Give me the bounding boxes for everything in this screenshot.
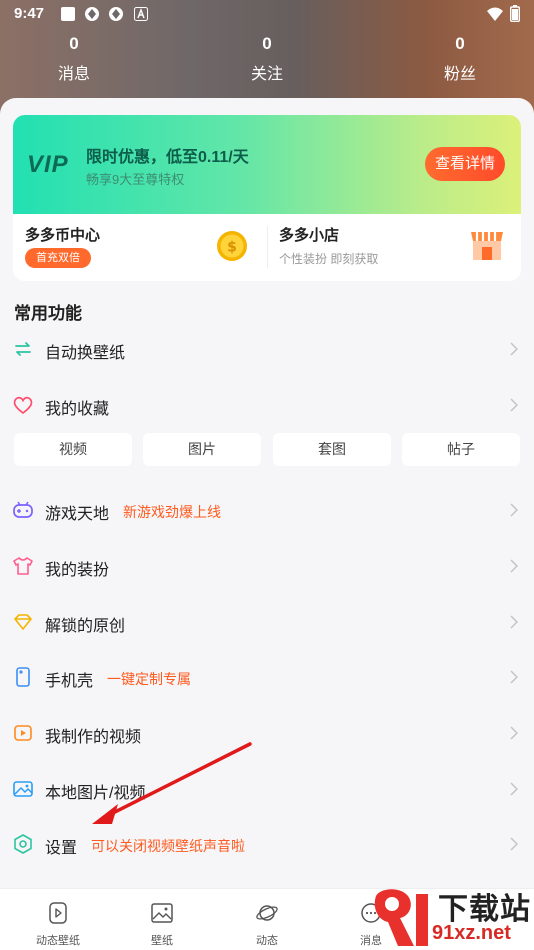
vip-title: 限时优惠，低至0.11/天: [86, 149, 249, 166]
menu-tag: 可以关闭视频壁纸声音啦: [91, 838, 245, 854]
vip-details-button[interactable]: 查看详情: [425, 147, 505, 181]
status-bar: 9:47: [0, 0, 534, 28]
video-icon: [14, 725, 32, 741]
chevron-right-icon: [510, 398, 518, 412]
stat-label: 粉丝: [443, 66, 476, 83]
chip-post[interactable]: 帖子: [402, 433, 520, 466]
coin-icon: $: [217, 231, 247, 261]
status-right: [486, 5, 520, 22]
menu-unlocked-originals[interactable]: 解锁的原创: [0, 602, 534, 642]
shop-subtitle: 个性装扮 即刻获取: [279, 252, 379, 266]
menu-phone-case[interactable]: 手机壳 一键定制专属: [0, 657, 534, 697]
stat-label: 关注: [250, 66, 283, 83]
nav-label: 壁纸: [151, 935, 173, 947]
stat-messages[interactable]: 0 消息: [14, 34, 134, 84]
chevron-right-icon: [510, 837, 518, 851]
chevron-right-icon: [510, 726, 518, 740]
nav-live-wallpaper[interactable]: 动态壁纸: [23, 901, 93, 948]
stat-following[interactable]: 0 关注: [207, 34, 327, 84]
chevron-right-icon: [510, 615, 518, 629]
status-time: 9:47: [14, 5, 45, 22]
aperture-icon: [109, 7, 123, 21]
menu-label: 本地图片/视频: [45, 785, 146, 802]
menu-label: 游戏天地: [45, 506, 110, 523]
favorites-chips: 视频 图片 套图 帖子: [14, 433, 520, 466]
phone-icon: [16, 667, 30, 687]
vip-bottom-row: 多多币中心 首充双倍 $ 多多小店 个性装扮 即刻获取: [13, 214, 521, 281]
menu-tag: 一键定制专属: [107, 671, 191, 687]
chevron-right-icon: [510, 559, 518, 573]
stat-followers[interactable]: 0 粉丝: [400, 34, 520, 84]
menu-games[interactable]: 游戏天地 新游戏劲爆上线: [0, 490, 534, 530]
chip-video[interactable]: 视频: [14, 433, 132, 466]
menu-label: 手机壳: [45, 673, 94, 690]
settings-icon: [14, 834, 32, 854]
divider: [267, 226, 268, 268]
shop-title[interactable]: 多多小店: [279, 224, 339, 245]
menu-settings[interactable]: 设置 可以关闭视频壁纸声音啦: [0, 824, 534, 864]
menu-local-media[interactable]: 本地图片/视频: [0, 769, 534, 809]
planet-icon: [256, 905, 278, 921]
menu-favorites[interactable]: 我的收藏: [0, 385, 534, 425]
coin-center-badge: 首充双倍: [25, 248, 91, 268]
aperture-icon: [85, 7, 99, 21]
vip-logo: VIP: [27, 151, 69, 178]
profile-stats: 0 消息 0 关注 0 粉丝: [0, 34, 534, 84]
vip-banner[interactable]: VIP 限时优惠，低至0.11/天 畅享9大至尊特权 查看详情: [13, 115, 521, 214]
menu-label: 解锁的原创: [45, 618, 126, 635]
watermark: 下载站 91xz.net: [370, 882, 534, 950]
diamond-icon: [14, 614, 32, 630]
menu-label: 设置: [45, 840, 78, 857]
menu-my-outfits[interactable]: 我的装扮: [0, 546, 534, 586]
menu-label: 我的收藏: [45, 401, 110, 418]
play-icon: [49, 902, 67, 924]
vip-card: VIP 限时优惠，低至0.11/天 畅享9大至尊特权 查看详情 多多币中心 首充…: [13, 115, 521, 281]
nav-wallpaper[interactable]: 壁纸: [127, 901, 197, 948]
wifi-icon: [487, 7, 503, 21]
heart-icon: [13, 396, 33, 415]
stat-label: 消息: [57, 66, 90, 83]
chevron-right-icon: [510, 503, 518, 517]
stat-count: 0: [69, 34, 79, 53]
nav-label: 动态壁纸: [36, 935, 80, 947]
a-badge-icon: [134, 7, 148, 21]
square-icon: [61, 7, 75, 21]
chip-set[interactable]: 套图: [273, 433, 391, 466]
menu-label: 我制作的视频: [45, 729, 142, 746]
coin-center-title[interactable]: 多多币中心: [25, 224, 100, 245]
watermark-logo-icon: [374, 889, 428, 946]
menu-label: 自动换壁纸: [45, 345, 126, 362]
nav-label: 动态: [256, 935, 278, 947]
menu-my-videos[interactable]: 我制作的视频: [0, 713, 534, 753]
battery-icon: [510, 5, 520, 22]
picture-icon: [151, 903, 173, 923]
chevron-right-icon: [510, 670, 518, 684]
chevron-right-icon: [510, 782, 518, 796]
vip-subtitle: 畅享9大至尊特权: [86, 172, 185, 187]
menu-label: 我的装扮: [45, 562, 110, 579]
gamepad-icon: [13, 501, 33, 518]
menu-auto-wallpaper[interactable]: 自动换壁纸: [0, 329, 534, 369]
chevron-right-icon: [510, 342, 518, 356]
chip-image[interactable]: 图片: [143, 433, 261, 466]
image-icon: [13, 781, 33, 797]
refresh-icon: [15, 342, 31, 356]
nav-feed[interactable]: 动态: [232, 901, 302, 948]
svg-text:$: $: [227, 240, 237, 256]
stat-count: 0: [455, 34, 465, 53]
common-functions-title: 常用功能: [14, 304, 82, 323]
stat-count: 0: [262, 34, 272, 53]
tshirt-icon: [13, 557, 33, 575]
menu-tag: 新游戏劲爆上线: [123, 504, 221, 520]
watermark-url: 91xz.net: [432, 922, 511, 944]
shop-icon: [471, 232, 503, 260]
